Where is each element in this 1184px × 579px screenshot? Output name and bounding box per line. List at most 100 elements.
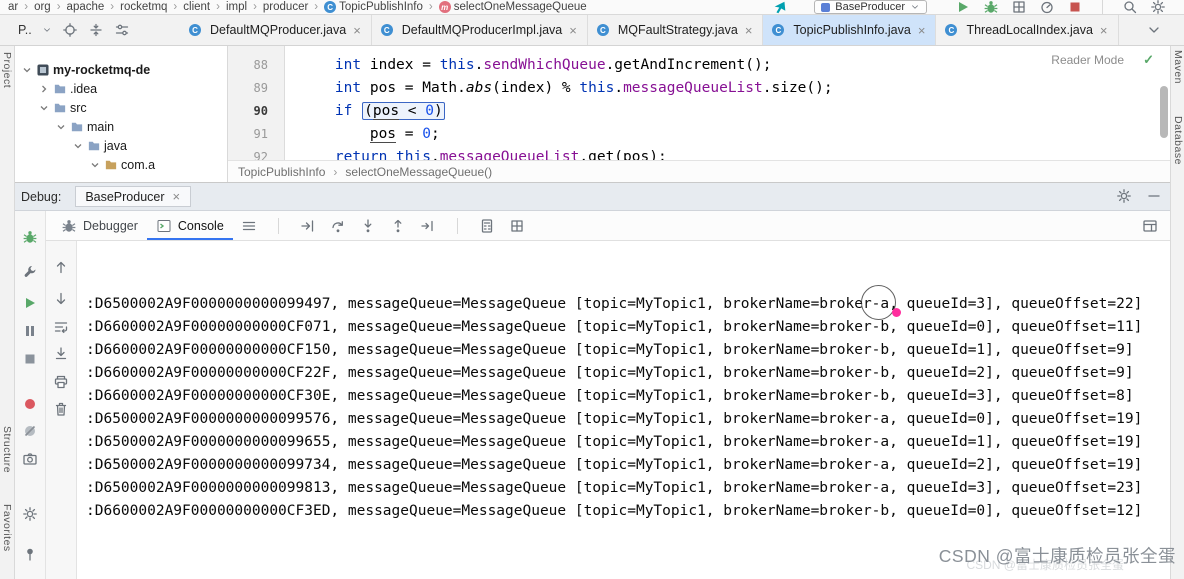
reader-mode-label[interactable]: Reader Mode xyxy=(1051,53,1124,67)
breadcrumb: ar›org›apache›rocketmq›client›impl›produ… xyxy=(6,1,589,13)
breadcrumb-item[interactable]: impl xyxy=(224,1,249,13)
editor-tab-MQFaultStrategy.java[interactable]: CMQFaultStrategy.java× xyxy=(588,15,764,45)
clear-console-icon[interactable] xyxy=(53,401,69,417)
line-number[interactable]: 91 xyxy=(228,123,285,146)
editor-tab-DefaultMQProducer.java[interactable]: CDefaultMQProducer.java× xyxy=(180,15,372,45)
console-output[interactable]: :D6500002A9F0000000000099497, messageQue… xyxy=(77,241,1170,579)
settings-gear-icon[interactable] xyxy=(1150,0,1166,15)
tree-chevron-down[interactable] xyxy=(72,140,84,152)
breadcrumb-item[interactable]: apache xyxy=(65,1,107,13)
resume-icon[interactable] xyxy=(22,295,38,311)
tree-item-main[interactable]: main xyxy=(15,117,227,136)
tool-window-button-project[interactable]: Project xyxy=(1,52,13,88)
line-number[interactable]: 89 xyxy=(228,77,285,100)
chevron-down-icon[interactable] xyxy=(42,22,52,38)
breadcrumb-item[interactable]: rocketmq xyxy=(118,1,169,13)
tree-chevron-down[interactable] xyxy=(55,121,67,133)
editor-tab-ThreadLocalIndex.java[interactable]: CThreadLocalIndex.java× xyxy=(936,15,1118,45)
debug-session-tab[interactable]: BaseProducer × xyxy=(75,186,191,207)
run-icon[interactable] xyxy=(955,0,971,15)
scroll-end-icon[interactable] xyxy=(53,346,69,362)
tree-item-my-rocketmq-de[interactable]: my-rocketmq-de xyxy=(15,60,227,79)
tree-item-src[interactable]: src xyxy=(15,98,227,117)
stop-icon[interactable] xyxy=(22,351,38,367)
breadcrumb-item[interactable]: producer xyxy=(261,1,310,13)
step-out-icon[interactable] xyxy=(390,218,406,234)
tree-item-label: src xyxy=(70,101,87,115)
options-icon[interactable] xyxy=(114,22,130,38)
tool-window-button-structure[interactable]: Structure xyxy=(1,426,13,473)
profiler-icon[interactable] xyxy=(1039,0,1055,15)
soft-wrap-icon[interactable] xyxy=(53,319,69,335)
editor-breadcrumb-item[interactable]: selectOneMessageQueue() xyxy=(345,165,492,179)
hidden-tabs-chevron-icon[interactable] xyxy=(1146,22,1162,38)
inspections-ok-icon[interactable]: ✓ xyxy=(1143,52,1154,68)
show-execution-point-icon[interactable] xyxy=(300,218,316,234)
line-number[interactable]: 92 xyxy=(228,146,285,160)
pin-icon[interactable] xyxy=(22,546,38,562)
breadcrumb-item[interactable]: client xyxy=(181,1,212,13)
line-number[interactable]: 88 xyxy=(228,54,285,77)
coverage-icon[interactable] xyxy=(1011,0,1027,15)
minimize-icon[interactable] xyxy=(1146,188,1162,204)
stop-red-icon[interactable] xyxy=(1067,0,1083,15)
camera-icon[interactable] xyxy=(22,451,38,467)
mouse-cursor-ring xyxy=(861,285,896,320)
up-stack-icon[interactable] xyxy=(53,259,69,275)
editor-tab-DefaultMQProducerImpl.java[interactable]: CDefaultMQProducerImpl.java× xyxy=(372,15,588,45)
editor-scrollbar-thumb[interactable] xyxy=(1160,86,1168,138)
search-icon[interactable] xyxy=(1122,0,1138,15)
collapse-all-icon[interactable] xyxy=(88,22,104,38)
tree-item-java[interactable]: java xyxy=(15,136,227,155)
evaluate-icon[interactable] xyxy=(479,218,495,234)
close-icon[interactable]: × xyxy=(352,24,362,37)
close-icon[interactable]: × xyxy=(568,24,578,37)
close-icon[interactable]: × xyxy=(917,24,927,37)
mute-breakpoints-icon[interactable] xyxy=(22,423,38,439)
settings-gear-icon[interactable] xyxy=(22,506,38,522)
run-to-cursor-icon[interactable] xyxy=(420,218,436,234)
settings-gear-icon[interactable] xyxy=(1116,188,1132,204)
coverage-grid-icon[interactable] xyxy=(509,218,525,234)
crosshair-icon[interactable] xyxy=(62,22,78,38)
close-icon[interactable]: × xyxy=(1099,24,1109,37)
code-editor[interactable]: 88 int index = this.sendWhichQueue.getAn… xyxy=(228,46,1170,160)
tree-item-com.a[interactable]: com.a xyxy=(15,155,227,174)
pause-icon[interactable] xyxy=(22,323,38,339)
line-number[interactable]: 90 xyxy=(228,100,285,123)
breadcrumb-item[interactable]: ar xyxy=(6,1,20,13)
tree-chevron-down[interactable] xyxy=(89,159,101,171)
debug-tab-debugger[interactable]: Debugger xyxy=(52,211,147,240)
wrench-icon[interactable] xyxy=(22,264,38,280)
tool-window-button-favorites[interactable]: Favorites xyxy=(1,504,13,552)
close-icon[interactable]: × xyxy=(744,24,754,37)
run-config-selector[interactable]: BaseProducer xyxy=(814,0,927,14)
project-panel-title[interactable]: P.. xyxy=(18,23,32,37)
rerun-debug-icon[interactable] xyxy=(22,229,38,245)
tool-window-button-maven[interactable]: Maven xyxy=(1172,50,1184,84)
breadcrumb-separator: › xyxy=(216,1,220,13)
hamburger-icon[interactable] xyxy=(241,218,257,234)
editor-breadcrumb-item[interactable]: TopicPublishInfo xyxy=(238,165,325,179)
breadcrumb-item[interactable]: org xyxy=(32,1,53,13)
tool-window-button-database[interactable]: Database xyxy=(1172,116,1184,165)
step-over-icon[interactable] xyxy=(330,218,346,234)
tree-chevron-down[interactable] xyxy=(38,102,50,114)
tree-chevron-right[interactable] xyxy=(38,83,50,95)
breakpoint-icon[interactable] xyxy=(22,396,38,412)
tree-item-.idea[interactable]: .idea xyxy=(15,79,227,98)
layout-settings-icon[interactable] xyxy=(1142,218,1158,234)
close-icon[interactable]: × xyxy=(172,190,182,203)
breadcrumb-separator: › xyxy=(24,1,28,13)
down-stack-icon[interactable] xyxy=(53,291,69,307)
step-into-icon[interactable] xyxy=(360,218,376,234)
breadcrumb-method[interactable]: mselectOneMessageQueue xyxy=(437,1,589,13)
chevron-down-icon[interactable] xyxy=(910,0,920,15)
code-text: if (pos < 0) xyxy=(285,100,446,123)
print-icon[interactable] xyxy=(53,374,69,390)
editor-tab-TopicPublishInfo.java[interactable]: CTopicPublishInfo.java× xyxy=(763,15,936,45)
debug-tab-console[interactable]: Console xyxy=(147,211,233,240)
tree-chevron-down[interactable] xyxy=(21,64,33,76)
breadcrumb-class[interactable]: CTopicPublishInfo xyxy=(322,1,425,13)
debug-icon[interactable] xyxy=(983,0,999,15)
